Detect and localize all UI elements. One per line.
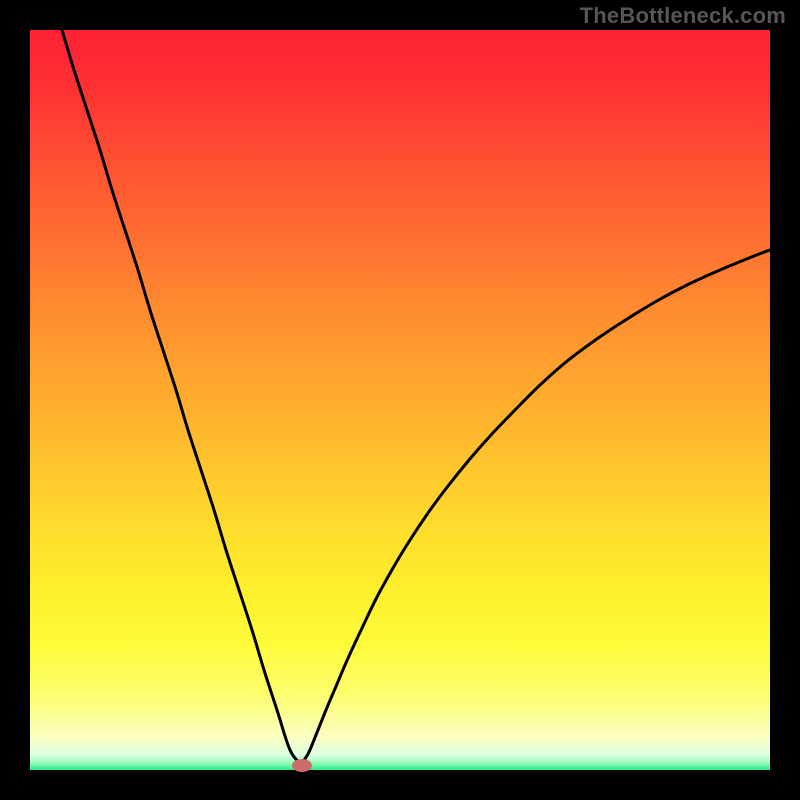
curve-left-branch: [62, 30, 301, 764]
curve-svg: [30, 30, 770, 770]
chart-root: TheBottleneck.com: [0, 0, 800, 800]
curve-right-branch: [301, 250, 770, 764]
gradient-plot-area: [30, 30, 770, 770]
minimum-marker: [292, 759, 312, 772]
watermark-text: TheBottleneck.com: [580, 3, 786, 29]
